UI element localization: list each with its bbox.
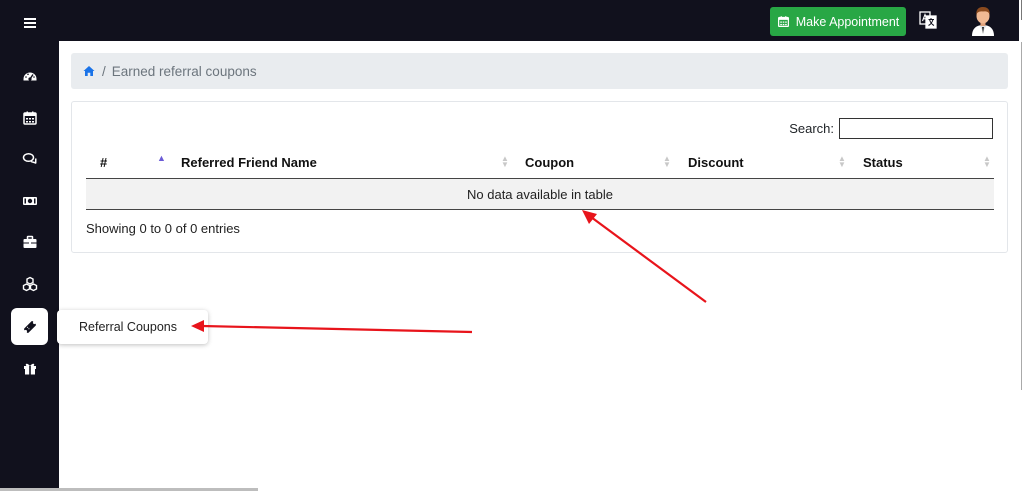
avatar[interactable]	[968, 4, 998, 36]
hamburger-icon	[23, 17, 36, 28]
sort-ascending-icon[interactable]: ▲	[157, 154, 166, 163]
ticket-icon	[23, 320, 36, 333]
empty-table-row: No data available in table	[86, 179, 994, 210]
scrollbar-track[interactable]	[1019, 0, 1024, 491]
search-box: Search:	[789, 118, 993, 139]
make-appointment-label: Make Appointment	[795, 14, 900, 29]
calendar-icon	[22, 111, 37, 125]
table-info: Showing 0 to 0 of 0 entries	[86, 221, 240, 236]
sidebar	[0, 0, 59, 491]
briefcase-icon	[23, 235, 36, 248]
table-header: # ▲ Referred Friend Name ▲ ▼ Coupon ▲ ▼ Di…	[86, 147, 994, 179]
sidebar-item-packages[interactable]	[11, 265, 48, 302]
scrollbar-edge	[1021, 0, 1022, 20]
sort-icon[interactable]: ▲ ▼	[838, 155, 846, 169]
sort-icon[interactable]: ▲ ▼	[663, 155, 671, 169]
sidebar-item-dashboard[interactable]	[11, 57, 48, 94]
column-header-discount[interactable]: Discount	[688, 155, 744, 170]
sidebar-item-appointments[interactable]	[11, 99, 48, 136]
dashboard-icon	[23, 72, 36, 81]
sidebar-item-payments[interactable]	[11, 182, 48, 219]
home-icon[interactable]	[83, 65, 95, 77]
translate-icon[interactable]	[919, 11, 937, 29]
breadcrumb: / Earned referral coupons	[71, 53, 1008, 89]
coupons-card: Search: # ▲ Referred Friend Name ▲ ▼ Coup…	[71, 101, 1008, 253]
make-appointment-button[interactable]: Make Appointment	[770, 7, 906, 36]
calendar-icon	[777, 16, 789, 27]
sidebar-item-rewards[interactable]	[11, 349, 48, 386]
menu-toggle-button[interactable]	[11, 4, 48, 41]
sidebar-tooltip: Referral Coupons	[57, 310, 208, 344]
column-header-status[interactable]: Status	[863, 155, 903, 170]
column-header-referred-friend-name[interactable]: Referred Friend Name	[181, 155, 317, 170]
column-header-coupon[interactable]: Coupon	[525, 155, 574, 170]
coupons-table: # ▲ Referred Friend Name ▲ ▼ Coupon ▲ ▼ Di…	[86, 147, 994, 210]
top-bar: Make Appointment	[59, 0, 1019, 41]
breadcrumb-separator: /	[102, 63, 106, 79]
search-label: Search:	[789, 121, 834, 136]
column-header-number[interactable]: #	[100, 155, 107, 170]
sidebar-item-messages[interactable]	[11, 140, 48, 177]
cubes-icon	[22, 276, 37, 291]
sort-icon[interactable]: ▲ ▼	[983, 155, 991, 169]
search-input[interactable]	[839, 118, 993, 139]
scrollbar-thumb[interactable]	[1021, 42, 1022, 390]
app-root: Make Appointment / Earned referral coupo…	[0, 0, 1024, 491]
gift-icon	[23, 363, 36, 374]
chat-icon	[22, 152, 37, 164]
sort-icon[interactable]: ▲ ▼	[501, 155, 509, 169]
sidebar-item-referral-coupons[interactable]	[11, 308, 48, 345]
annotation-arrow-tooltip	[191, 320, 473, 334]
money-icon	[22, 196, 37, 205]
breadcrumb-current: Earned referral coupons	[111, 63, 257, 79]
sidebar-item-services[interactable]	[11, 223, 48, 260]
